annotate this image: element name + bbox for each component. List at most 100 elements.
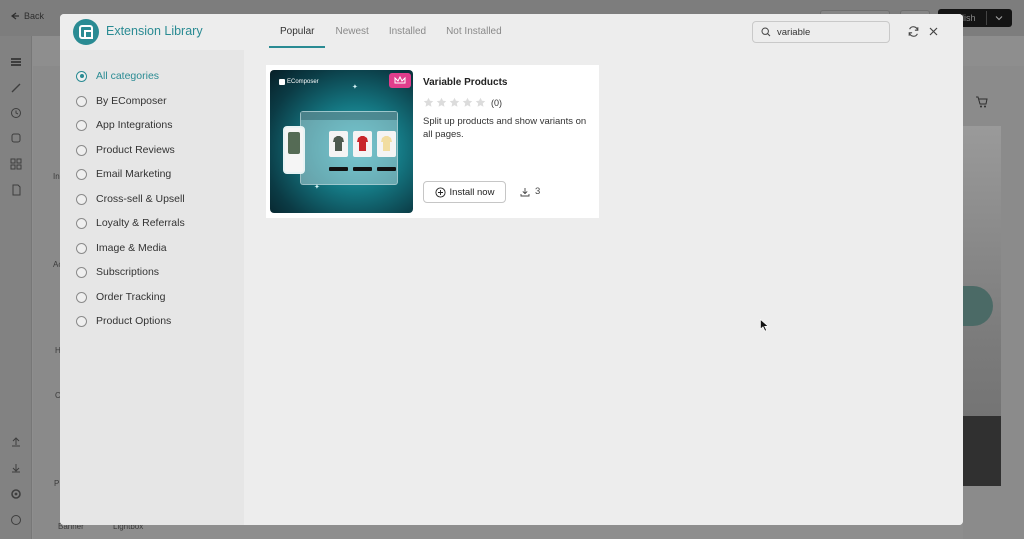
settings-icon[interactable]: [10, 488, 22, 500]
extension-card[interactable]: EComposer ✦ ✦ Variable Products (0) Spli…: [266, 65, 599, 218]
thumbnail-product: [377, 131, 396, 157]
category-app-integrations[interactable]: App Integrations: [76, 117, 172, 133]
canvas-dark-block: [963, 416, 1001, 486]
category-subscriptions[interactable]: Subscriptions: [76, 264, 159, 280]
category-label: All categories: [96, 70, 160, 82]
rating-count: (0): [491, 97, 502, 108]
star-icon: [436, 97, 447, 107]
category-by-ecomposer[interactable]: By EComposer: [76, 93, 167, 109]
editor-left-rail: [0, 36, 32, 539]
publish-divider: [986, 11, 987, 25]
panel-fragment: P: [54, 479, 60, 488]
cart-icon[interactable]: [975, 96, 989, 108]
radio-button[interactable]: [76, 95, 87, 107]
radio-button[interactable]: [76, 119, 87, 131]
category-label: Image & Media: [96, 242, 167, 254]
help-icon[interactable]: [10, 514, 22, 526]
modal-header: Extension Library Popular Newest Install…: [60, 14, 963, 50]
rating-stars: (0): [423, 97, 502, 108]
thumbnail-brand: EComposer: [279, 79, 319, 85]
refresh-icon[interactable]: [907, 25, 920, 38]
category-email-marketing[interactable]: Email Marketing: [76, 166, 171, 182]
search-input[interactable]: [777, 26, 887, 38]
radio-button[interactable]: [76, 315, 87, 327]
layers-icon[interactable]: [10, 56, 22, 68]
thumbnail-product-card: [285, 128, 303, 172]
category-all[interactable]: All categories: [76, 68, 159, 84]
editor-canvas: [963, 66, 1024, 539]
category-label: Product Options: [96, 315, 172, 327]
crown-icon: [389, 73, 411, 88]
tab-installed[interactable]: Installed: [379, 14, 436, 50]
thumbnail-product-button: [353, 167, 372, 171]
category-cross-sell-upsell[interactable]: Cross-sell & Upsell: [76, 191, 185, 207]
apps-icon[interactable]: [10, 158, 22, 170]
thumbnail-product: [353, 131, 372, 157]
category-loyalty-referrals[interactable]: Loyalty & Referrals: [76, 215, 185, 231]
back-button[interactable]: Back: [10, 11, 44, 21]
extension-thumbnail: EComposer ✦ ✦: [270, 70, 413, 213]
panel-fragment: In: [53, 172, 60, 181]
category-label: Email Marketing: [96, 168, 172, 180]
radio-button[interactable]: [76, 242, 87, 254]
star-icon: [423, 97, 434, 107]
radio-button[interactable]: [76, 217, 87, 229]
category-label: Subscriptions: [96, 266, 160, 278]
chevron-down-icon[interactable]: [995, 14, 1003, 22]
upload-icon[interactable]: [10, 436, 22, 448]
star-icon: [475, 97, 486, 107]
category-image-media[interactable]: Image & Media: [76, 240, 167, 256]
category-label: Loyalty & Referrals: [96, 217, 185, 229]
thumbnail-store-window: [300, 111, 398, 185]
star-icon: [449, 97, 460, 107]
radio-button[interactable]: [76, 144, 87, 156]
category-label: App Integrations: [96, 119, 173, 131]
publish-label: lish: [962, 13, 976, 23]
category-label: By EComposer: [96, 95, 167, 107]
radio-button[interactable]: [76, 70, 87, 82]
install-button[interactable]: Install now: [423, 181, 506, 203]
category-label: Product Reviews: [96, 144, 175, 156]
category-label: Cross-sell & Upsell: [96, 193, 185, 205]
database-icon[interactable]: [10, 132, 22, 144]
tab-bar: Popular Newest Installed Not Installed: [269, 14, 512, 50]
category-product-options[interactable]: Product Options: [76, 313, 171, 329]
star-icon: [462, 97, 473, 107]
category-sidebar: All categories By EComposer App Integrat…: [60, 50, 244, 525]
search-box[interactable]: [752, 21, 890, 43]
extension-library-modal: Extension Library Popular Newest Install…: [60, 14, 963, 525]
brush-icon[interactable]: [10, 82, 22, 94]
install-label: Install now: [449, 186, 495, 198]
mouse-cursor-icon: [760, 319, 769, 332]
search-icon: [761, 27, 771, 37]
extension-title[interactable]: Variable Products: [423, 77, 507, 88]
history-icon[interactable]: [10, 107, 22, 119]
category-label: Order Tracking: [96, 291, 166, 303]
page-icon[interactable]: [10, 184, 22, 196]
download-count-value: 3: [535, 186, 541, 197]
plus-circle-icon: [434, 186, 446, 198]
thumbnail-product-button: [329, 167, 348, 171]
tab-newest[interactable]: Newest: [325, 14, 378, 50]
back-arrow-icon: [11, 12, 19, 20]
extension-description: Split up products and show variants on a…: [423, 116, 587, 140]
radio-button[interactable]: [76, 266, 87, 278]
category-product-reviews[interactable]: Product Reviews: [76, 142, 175, 158]
modal-title: Extension Library: [106, 24, 203, 38]
radio-button[interactable]: [76, 193, 87, 205]
radio-button[interactable]: [76, 291, 87, 303]
thumbnail-brand-label: EComposer: [287, 79, 319, 85]
back-label: Back: [24, 11, 45, 21]
thumbnail-product-button: [377, 167, 396, 171]
tab-popular[interactable]: Popular: [269, 14, 326, 50]
ecomposer-logo-icon: [72, 18, 100, 46]
download-count: 3: [520, 186, 540, 197]
sparkle-icon: ✦: [352, 84, 358, 91]
thumbnail-product: [329, 131, 348, 157]
category-order-tracking[interactable]: Order Tracking: [76, 289, 165, 305]
download-icon: [520, 187, 530, 196]
download-icon[interactable]: [10, 462, 22, 474]
close-icon[interactable]: [927, 25, 940, 38]
tab-not-installed[interactable]: Not Installed: [436, 14, 512, 50]
radio-button[interactable]: [76, 168, 87, 180]
